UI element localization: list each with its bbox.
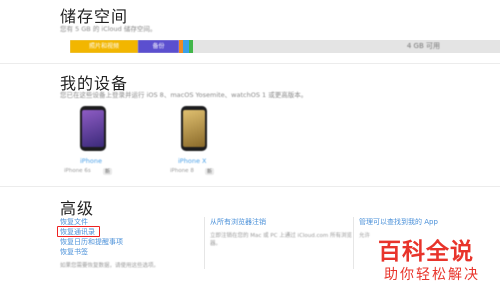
device-badge: 新	[205, 168, 215, 175]
column-divider	[353, 217, 354, 269]
device-name: iPhone	[80, 157, 102, 165]
storage-segment-photos: 照片和视频	[70, 40, 138, 53]
device-name: iPhone X	[178, 157, 207, 165]
storage-available: 4 GB 可用	[406, 42, 440, 50]
manage-note: 允许	[359, 233, 371, 239]
storage-segment-other-3	[189, 40, 193, 53]
watermark-title: 百科全说	[378, 239, 474, 265]
column-divider	[204, 217, 205, 269]
storage-subtitle: 您有 5 GB 的 iCloud 储存空间。	[60, 25, 157, 33]
sign-out-browsers-link[interactable]: 从所有浏览器注销	[210, 217, 266, 227]
watermark-subtitle: 助你轻松解决	[384, 267, 480, 283]
sign-out-note: 立即注销在您的 Mac 或 PC 上通过 iCloud.com 所有浏览器。	[210, 233, 353, 247]
device-badge: 新	[103, 168, 113, 175]
restore-contacts-link[interactable]: 恢复通讯录	[60, 227, 95, 237]
devices-subtitle: 您已在这些设备上登录并运行 iOS 8、macOS Yosemite、watch…	[60, 91, 308, 99]
restore-bookmarks-link[interactable]: 恢复书签	[60, 247, 88, 257]
restore-calendars-link[interactable]: 恢复日历和提醒事项	[60, 237, 123, 247]
iphone-icon	[181, 106, 207, 151]
advanced-title: 高级	[60, 199, 95, 218]
devices-section: 我的设备 您已在这些设备上登录并运行 iOS 8、macOS Yosemite、…	[0, 64, 500, 184]
device-model: iPhone 6s	[64, 168, 91, 174]
storage-section: 储存空间 您有 5 GB 的 iCloud 储存空间。 照片和视频 备份 4 G…	[0, 0, 500, 60]
storage-bar[interactable]: 照片和视频 备份 4 GB 可用	[70, 40, 500, 53]
device-model: iPhone 8	[170, 168, 194, 174]
storage-segment-backup: 备份	[138, 40, 179, 53]
restore-note: 如果您需要恢复数据，请使用这些选项。	[60, 263, 160, 269]
manage-find-my-link[interactable]: 管理可以查找到我的 App	[359, 217, 438, 227]
iphone-icon	[80, 106, 106, 151]
